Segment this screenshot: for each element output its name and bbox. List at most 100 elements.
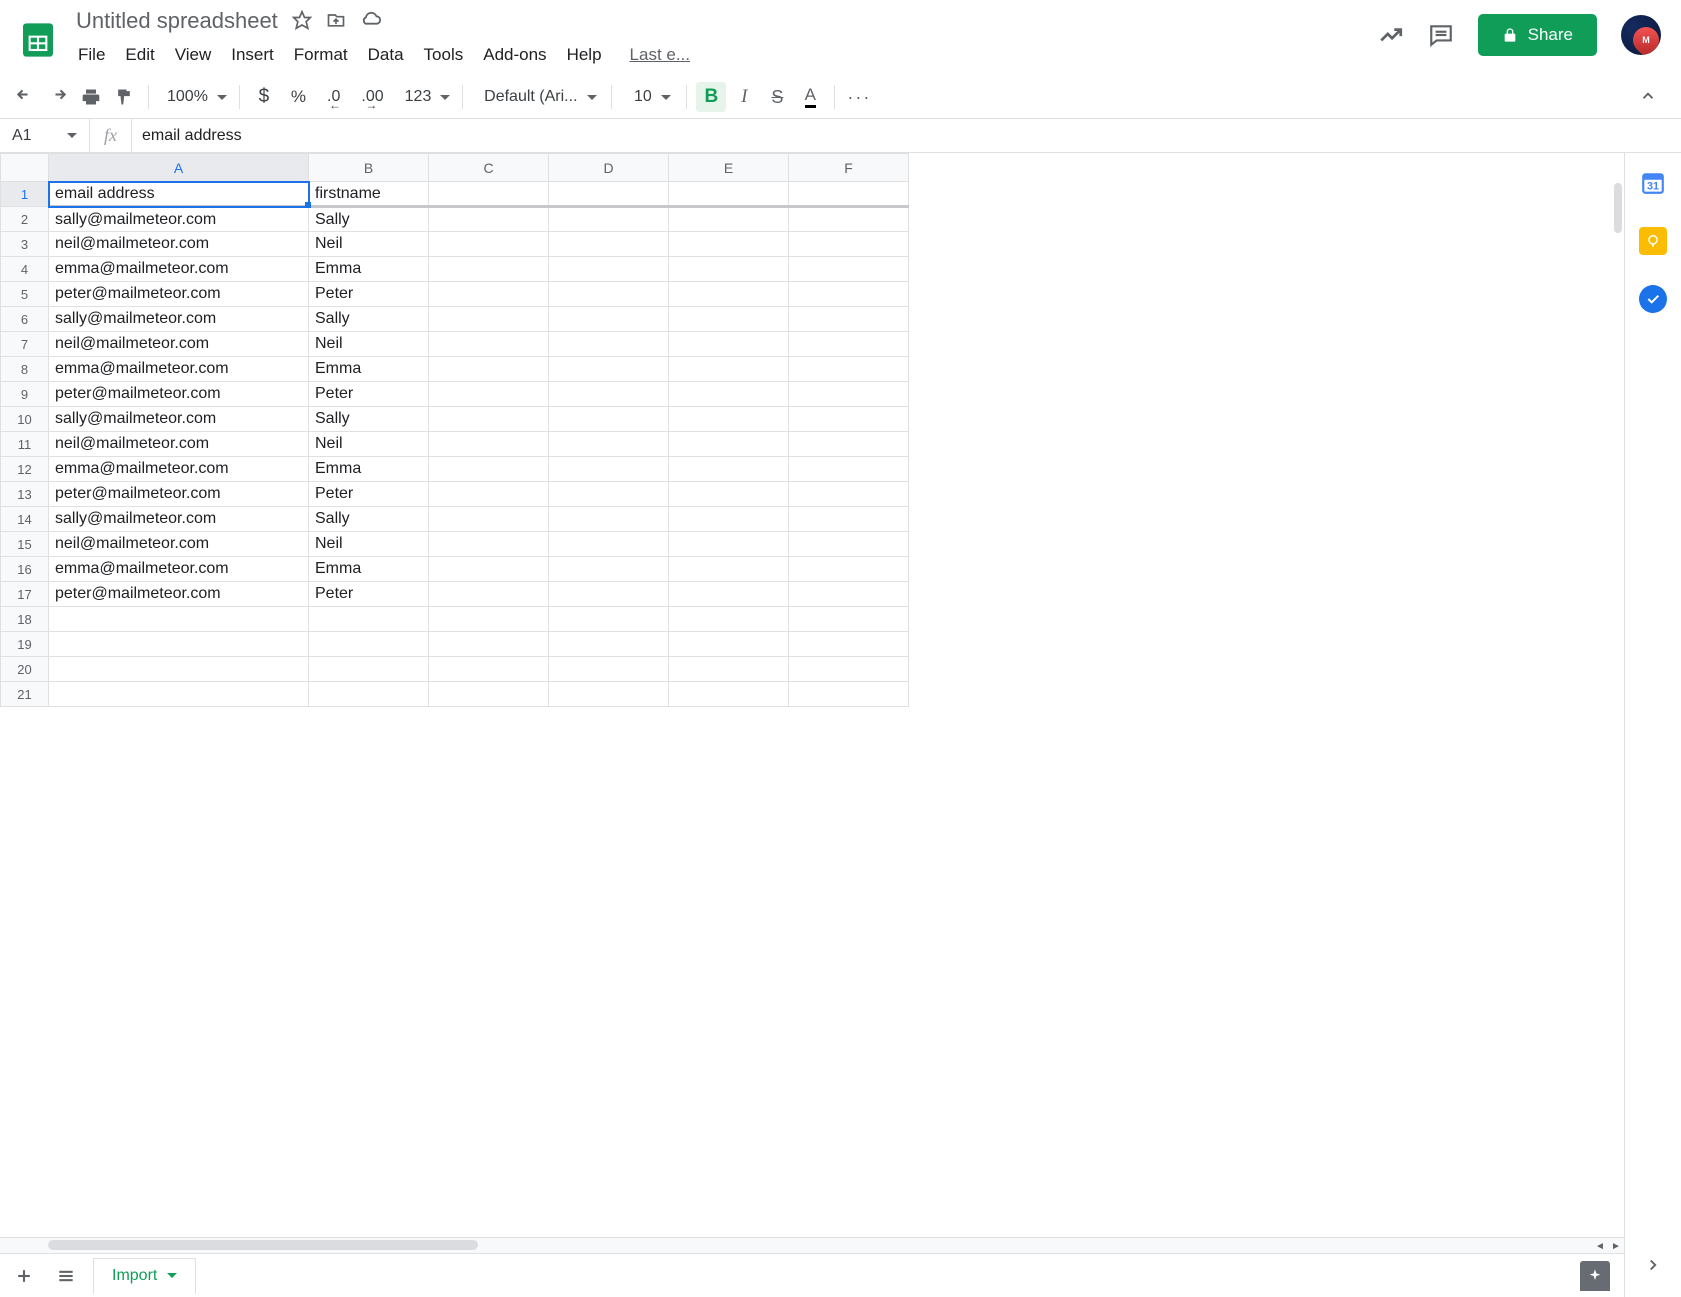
cell-E10[interactable] xyxy=(669,407,789,432)
cell-C14[interactable] xyxy=(429,507,549,532)
row-header[interactable]: 3 xyxy=(1,232,49,257)
row-header[interactable]: 11 xyxy=(1,432,49,457)
zoom-dropdown[interactable]: 100% xyxy=(158,82,230,112)
sheets-logo-icon[interactable] xyxy=(18,14,58,66)
menu-format[interactable]: Format xyxy=(284,40,358,70)
cell-D14[interactable] xyxy=(549,507,669,532)
cell-D12[interactable] xyxy=(549,457,669,482)
cell-B4[interactable]: Emma xyxy=(309,257,429,282)
cell-E2[interactable] xyxy=(669,207,789,232)
cell-A21[interactable] xyxy=(49,682,309,707)
cell-F3[interactable] xyxy=(789,232,909,257)
cell-F2[interactable] xyxy=(789,207,909,232)
menu-insert[interactable]: Insert xyxy=(221,40,284,70)
cell-D21[interactable] xyxy=(549,682,669,707)
cell-D11[interactable] xyxy=(549,432,669,457)
column-header-A[interactable]: A xyxy=(49,154,309,182)
account-avatar[interactable]: M xyxy=(1621,15,1661,55)
text-color-button[interactable]: A xyxy=(795,82,825,112)
cell-D2[interactable] xyxy=(549,207,669,232)
cell-C4[interactable] xyxy=(429,257,549,282)
cell-A4[interactable]: emma@mailmeteor.com xyxy=(49,257,309,282)
menu-tools[interactable]: Tools xyxy=(414,40,474,70)
cell-F12[interactable] xyxy=(789,457,909,482)
activity-icon[interactable] xyxy=(1378,22,1404,48)
cell-F5[interactable] xyxy=(789,282,909,307)
cell-E20[interactable] xyxy=(669,657,789,682)
cell-F18[interactable] xyxy=(789,607,909,632)
bold-button[interactable]: B xyxy=(696,82,726,112)
row-header[interactable]: 8 xyxy=(1,357,49,382)
cell-E4[interactable] xyxy=(669,257,789,282)
cell-F14[interactable] xyxy=(789,507,909,532)
cloud-status-icon[interactable] xyxy=(360,9,382,34)
cell-C7[interactable] xyxy=(429,332,549,357)
cell-B8[interactable]: Emma xyxy=(309,357,429,382)
cell-F10[interactable] xyxy=(789,407,909,432)
cell-B7[interactable]: Neil xyxy=(309,332,429,357)
row-header[interactable]: 19 xyxy=(1,632,49,657)
cell-A6[interactable]: sally@mailmeteor.com xyxy=(49,307,309,332)
cell-E6[interactable] xyxy=(669,307,789,332)
cell-D10[interactable] xyxy=(549,407,669,432)
cell-C16[interactable] xyxy=(429,557,549,582)
cell-D4[interactable] xyxy=(549,257,669,282)
strikethrough-button[interactable]: S xyxy=(762,82,792,112)
cell-E3[interactable] xyxy=(669,232,789,257)
horizontal-scrollbar[interactable]: ◄ ► xyxy=(0,1237,1624,1253)
cell-F21[interactable] xyxy=(789,682,909,707)
cell-A20[interactable] xyxy=(49,657,309,682)
row-header[interactable]: 9 xyxy=(1,382,49,407)
cell-D9[interactable] xyxy=(549,382,669,407)
menu-view[interactable]: View xyxy=(165,40,222,70)
cell-D19[interactable] xyxy=(549,632,669,657)
cell-C11[interactable] xyxy=(429,432,549,457)
cell-E5[interactable] xyxy=(669,282,789,307)
more-formats-dropdown[interactable]: 123 xyxy=(396,82,454,112)
move-icon[interactable] xyxy=(326,10,346,33)
cell-C2[interactable] xyxy=(429,207,549,232)
column-header-C[interactable]: C xyxy=(429,154,549,182)
cell-F16[interactable] xyxy=(789,557,909,582)
cell-D17[interactable] xyxy=(549,582,669,607)
cell-B11[interactable]: Neil xyxy=(309,432,429,457)
cell-D20[interactable] xyxy=(549,657,669,682)
row-header[interactable]: 1 xyxy=(1,182,49,207)
cell-F11[interactable] xyxy=(789,432,909,457)
cell-D13[interactable] xyxy=(549,482,669,507)
row-header[interactable]: 4 xyxy=(1,257,49,282)
cell-A18[interactable] xyxy=(49,607,309,632)
more-toolbar-button[interactable]: ··· xyxy=(844,82,874,112)
cell-E14[interactable] xyxy=(669,507,789,532)
cell-F19[interactable] xyxy=(789,632,909,657)
menu-file[interactable]: File xyxy=(68,40,115,70)
cell-A11[interactable]: neil@mailmeteor.com xyxy=(49,432,309,457)
cell-B3[interactable]: Neil xyxy=(309,232,429,257)
cell-E12[interactable] xyxy=(669,457,789,482)
cell-E18[interactable] xyxy=(669,607,789,632)
row-header[interactable]: 21 xyxy=(1,682,49,707)
cell-E19[interactable] xyxy=(669,632,789,657)
cell-B5[interactable]: Peter xyxy=(309,282,429,307)
column-header-D[interactable]: D xyxy=(549,154,669,182)
format-percent-button[interactable]: % xyxy=(282,82,315,112)
cell-F13[interactable] xyxy=(789,482,909,507)
cell-C6[interactable] xyxy=(429,307,549,332)
cell-B18[interactable] xyxy=(309,607,429,632)
comments-icon[interactable] xyxy=(1428,22,1454,48)
cell-D5[interactable] xyxy=(549,282,669,307)
row-header[interactable]: 18 xyxy=(1,607,49,632)
menu-add-ons[interactable]: Add-ons xyxy=(473,40,556,70)
cell-A5[interactable]: peter@mailmeteor.com xyxy=(49,282,309,307)
cell-E15[interactable] xyxy=(669,532,789,557)
increase-decimal-button[interactable]: .00→ xyxy=(352,82,392,112)
document-title[interactable]: Untitled spreadsheet xyxy=(68,8,278,34)
cell-A12[interactable]: emma@mailmeteor.com xyxy=(49,457,309,482)
cell-B19[interactable] xyxy=(309,632,429,657)
sheet-tab-import[interactable]: Import xyxy=(94,1258,195,1294)
print-button[interactable] xyxy=(76,82,106,112)
spreadsheet-grid[interactable]: ABCDEF1email addressfirstname2sally@mail… xyxy=(0,153,1624,1237)
paint-format-button[interactable] xyxy=(109,82,139,112)
cell-B15[interactable]: Neil xyxy=(309,532,429,557)
cell-A8[interactable]: emma@mailmeteor.com xyxy=(49,357,309,382)
